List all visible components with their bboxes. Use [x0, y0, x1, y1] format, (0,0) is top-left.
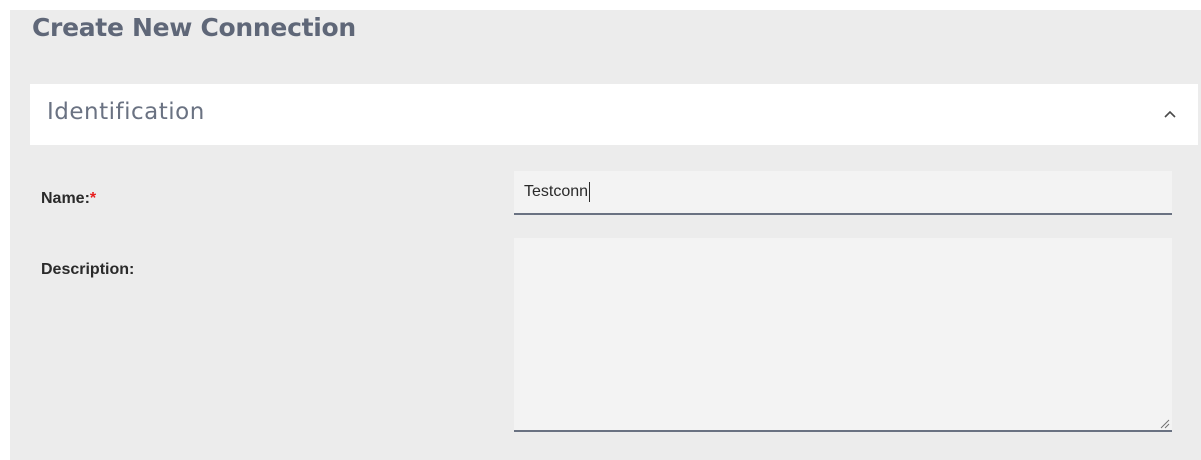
- description-textarea[interactable]: [514, 238, 1172, 432]
- name-label: Name:*: [41, 190, 96, 208]
- name-input-value: Testconn: [524, 183, 589, 200]
- page-title: Create New Connection: [32, 13, 356, 42]
- connection-form-page: Create New Connection Identification Nam…: [10, 10, 1201, 460]
- description-label: Description:: [41, 261, 135, 278]
- text-cursor: [589, 182, 591, 202]
- name-input[interactable]: Testconn: [514, 171, 1172, 215]
- name-label-text: Name:: [41, 190, 90, 207]
- section-title: Identification: [47, 99, 205, 125]
- resize-handle-icon[interactable]: [1158, 416, 1170, 429]
- identification-section-header[interactable]: Identification: [30, 84, 1198, 145]
- required-marker: *: [89, 190, 97, 207]
- chevron-up-icon[interactable]: [1162, 106, 1178, 122]
